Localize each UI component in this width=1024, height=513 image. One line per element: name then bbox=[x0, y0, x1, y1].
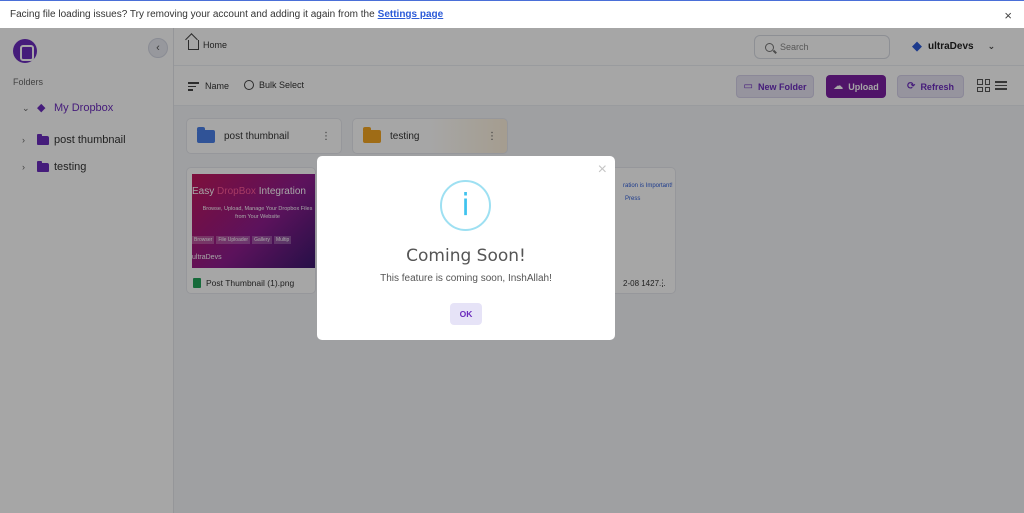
ok-button[interactable]: OK bbox=[450, 303, 482, 325]
coming-soon-dialog: × i Coming Soon! This feature is coming … bbox=[317, 156, 615, 340]
settings-page-link[interactable]: Settings page bbox=[378, 9, 444, 20]
notice-close-icon[interactable]: × bbox=[1004, 8, 1012, 23]
dialog-title: Coming Soon! bbox=[406, 246, 526, 266]
close-icon[interactable]: × bbox=[598, 161, 607, 179]
dialog-message: This feature is coming soon, InshAllah! bbox=[380, 273, 552, 284]
notice-text: Facing file loading issues? Try removing… bbox=[10, 9, 375, 20]
info-icon: i bbox=[440, 180, 491, 231]
notice-bar: Facing file loading issues? Try removing… bbox=[0, 0, 1024, 28]
